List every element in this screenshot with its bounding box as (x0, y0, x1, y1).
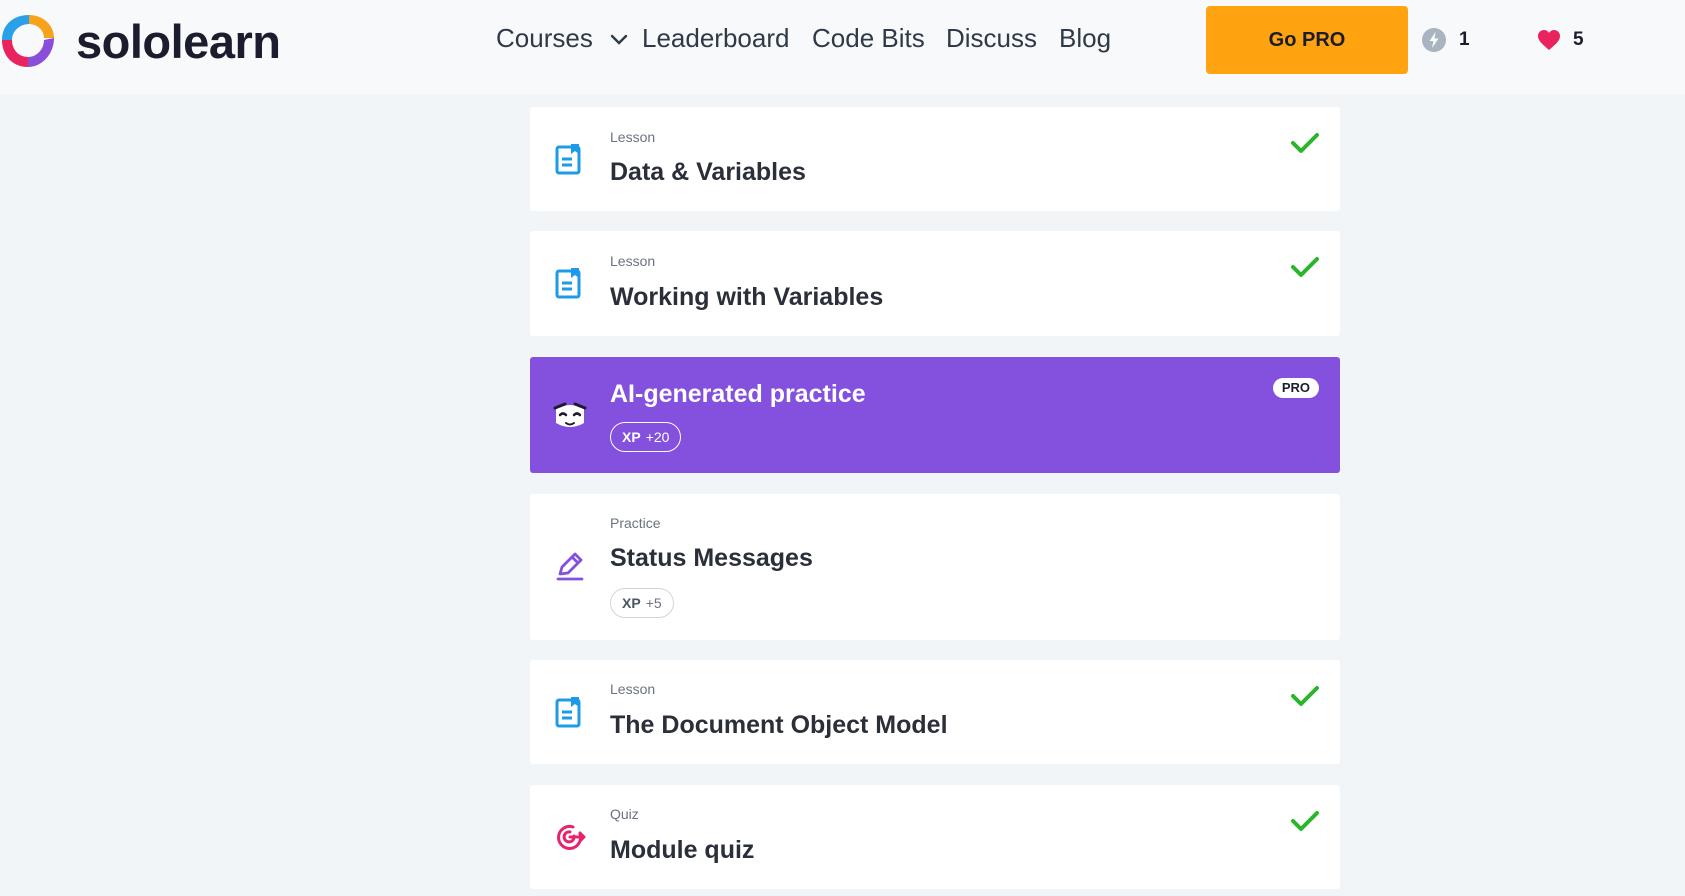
streak-counter[interactable]: 1 (1421, 24, 1470, 56)
streak-count: 1 (1459, 29, 1470, 50)
lesson-icon (554, 143, 586, 175)
xp-reward-badge: XP +20 (610, 422, 682, 452)
heart-icon (1538, 30, 1560, 50)
practice-pencil-icon (554, 550, 586, 582)
quiz-target-icon (554, 821, 586, 853)
list-item-ai-generated-practice[interactable]: AI-generated practice XP +20 PRO (530, 357, 1340, 473)
nav-discuss[interactable]: Discuss (946, 20, 1037, 56)
xp-label: XP (622, 595, 641, 611)
list-item-status-messages[interactable]: Practice Status Messages XP +5 (530, 494, 1340, 640)
item-kind: Practice (610, 515, 661, 531)
logo-wordmark: sololearn (76, 14, 281, 68)
sololearn-logo[interactable]: sololearn (0, 10, 281, 72)
item-kind: Lesson (610, 681, 656, 697)
go-pro-button[interactable]: Go PRO (1206, 6, 1408, 74)
xp-value: +20 (645, 429, 670, 445)
sololearn-logo-icon (2, 15, 54, 67)
item-title: Status Messages (610, 544, 813, 572)
item-title: The Document Object Model (610, 711, 948, 739)
item-title: AI-generated practice (610, 380, 866, 408)
list-item-document-object-model[interactable]: Lesson The Document Object Model (530, 660, 1340, 764)
completed-check-icon (1291, 811, 1319, 831)
item-title: Working with Variables (610, 283, 884, 311)
hearts-counter[interactable]: 5 (1537, 24, 1584, 56)
nav-courses-label: Courses (496, 23, 593, 53)
nav-courses[interactable]: Courses (496, 20, 628, 56)
completed-check-icon (1291, 257, 1319, 277)
top-navigation-bar: sololearn Courses Leaderboard Code Bits … (0, 0, 1685, 94)
nav-leaderboard[interactable]: Leaderboard (642, 20, 789, 56)
xp-value: +5 (645, 595, 662, 611)
ai-bot-icon (552, 399, 588, 433)
list-item-data-variables[interactable]: Lesson Data & Variables (530, 107, 1340, 211)
list-item-module-quiz[interactable]: Quiz Module quiz (530, 785, 1340, 889)
item-title: Data & Variables (610, 158, 806, 186)
item-kind: Quiz (610, 806, 639, 822)
chevron-down-icon (610, 34, 628, 45)
xp-reward-badge: XP +5 (610, 588, 674, 618)
nav-blog[interactable]: Blog (1059, 20, 1111, 56)
xp-label: XP (622, 429, 641, 445)
item-kind: Lesson (610, 129, 656, 145)
lesson-icon (554, 267, 586, 299)
completed-check-icon (1291, 133, 1319, 153)
lesson-icon (554, 696, 586, 728)
lightning-bolt-icon (1422, 28, 1446, 52)
list-item-working-with-variables[interactable]: Lesson Working with Variables (530, 231, 1340, 336)
pro-badge: PRO (1272, 378, 1319, 398)
item-kind: Lesson (610, 253, 656, 269)
item-title: Module quiz (610, 836, 755, 864)
hearts-count: 5 (1573, 29, 1584, 50)
completed-check-icon (1291, 686, 1319, 706)
nav-code-bits[interactable]: Code Bits (812, 20, 925, 56)
